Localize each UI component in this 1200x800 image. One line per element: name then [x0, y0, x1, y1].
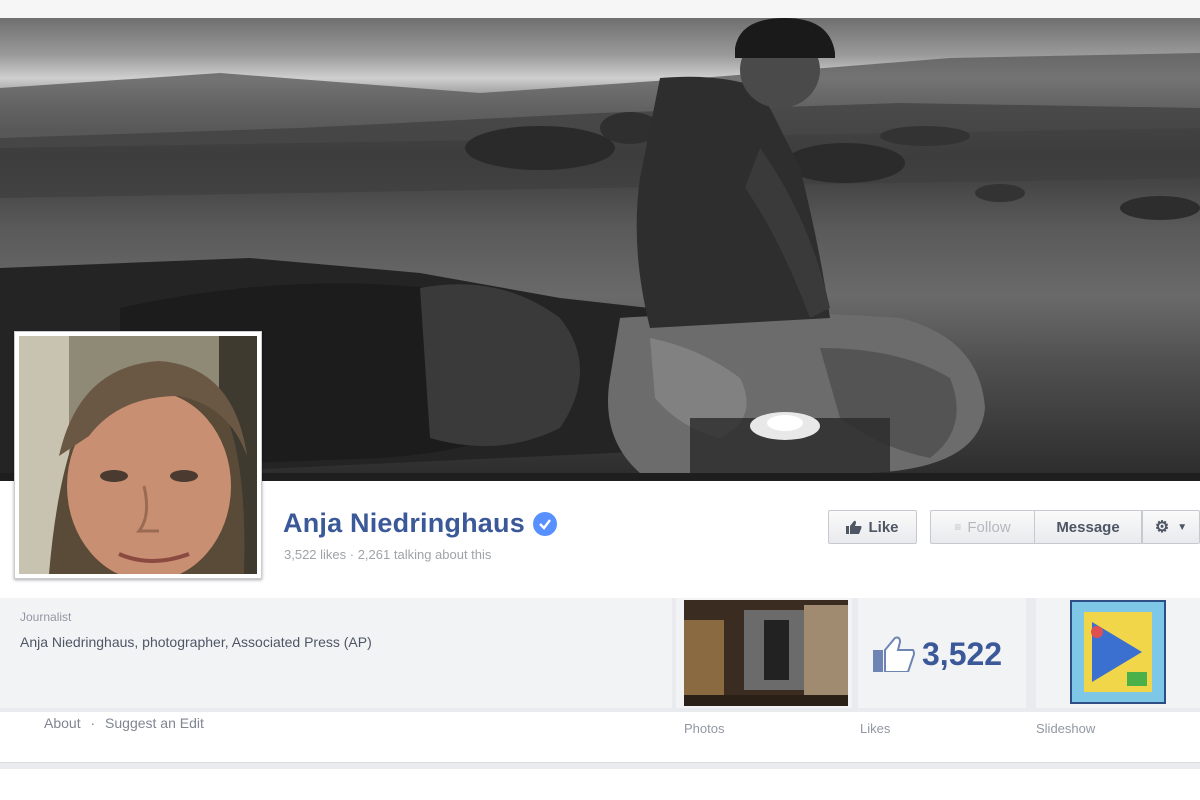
- page-category[interactable]: Journalist: [20, 610, 71, 624]
- follow-button-label: Follow: [967, 518, 1011, 536]
- verified-badge-icon: [532, 511, 557, 536]
- top-bar: [0, 0, 1200, 19]
- page-title-row: Anja Niedringhaus: [283, 508, 557, 539]
- likes-count: 3,522: [922, 636, 1003, 672]
- slideshow-app-icon: [1070, 600, 1166, 704]
- rss-icon: ≡: [954, 520, 962, 534]
- gear-icon: ⚙: [1154, 519, 1170, 536]
- photos-tile[interactable]: [676, 598, 852, 708]
- slideshow-tile[interactable]: [1036, 598, 1200, 708]
- profile-picture[interactable]: [14, 331, 262, 579]
- page-description: Anja Niedringhaus, photographer, Associa…: [20, 634, 372, 650]
- thumbs-up-icon: [846, 520, 862, 534]
- link-separator: ·: [90, 715, 96, 731]
- suggest-edit-link[interactable]: Suggest an Edit: [105, 715, 204, 731]
- slideshow-label[interactable]: Slideshow: [1036, 721, 1095, 736]
- about-box: [0, 598, 672, 708]
- page-stats: 3,522 likes · 2,261 talking about this: [284, 547, 492, 562]
- profile-photo-image: [19, 336, 257, 574]
- message-button[interactable]: Message: [1034, 510, 1142, 544]
- photos-thumbnail: [684, 600, 848, 706]
- message-button-label: Message: [1056, 518, 1120, 536]
- about-links: About · Suggest an Edit: [44, 715, 210, 731]
- chevron-down-icon: ▼: [1177, 521, 1188, 533]
- like-button-label: Like: [868, 518, 899, 536]
- about-link[interactable]: About: [44, 715, 81, 731]
- page-title[interactable]: Anja Niedringhaus: [283, 508, 525, 539]
- divider: [0, 762, 1200, 769]
- like-button[interactable]: Like: [828, 510, 917, 544]
- options-button[interactable]: ⚙ ▼: [1142, 510, 1200, 544]
- photos-label[interactable]: Photos: [684, 721, 724, 736]
- thumbs-up-icon: [873, 636, 915, 672]
- likes-label[interactable]: Likes: [860, 721, 890, 736]
- follow-button[interactable]: ≡ Follow: [930, 510, 1034, 544]
